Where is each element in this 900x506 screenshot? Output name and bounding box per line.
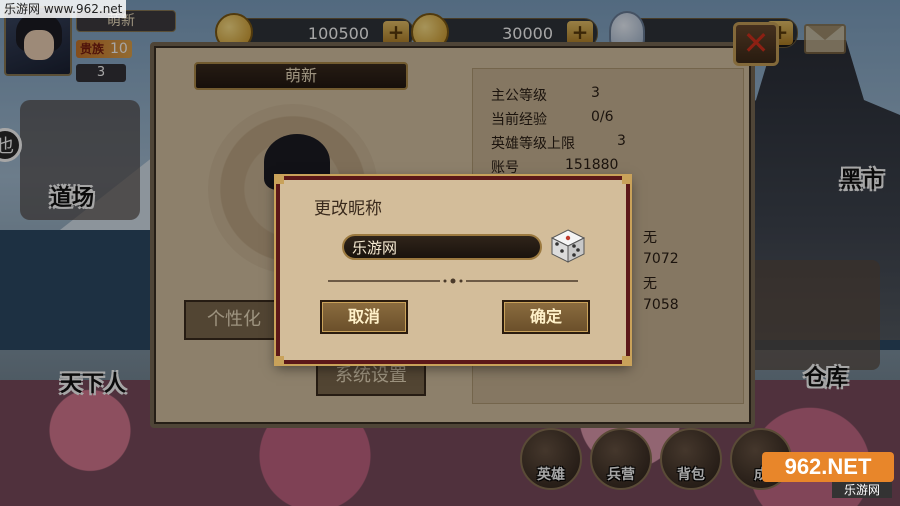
random-name-dice-icon[interactable] <box>550 228 586 264</box>
corner-ornament <box>622 174 632 184</box>
watermark-logo-text: 962.NET <box>762 452 894 482</box>
nickname-input[interactable] <box>342 234 542 260</box>
rename-dialog: 更改昵称 取消 确定 <box>274 174 632 366</box>
confirm-button[interactable]: 确定 <box>502 300 590 334</box>
watermark-logo: 962.NET 乐游网 <box>762 452 894 500</box>
corner-ornament <box>274 174 284 184</box>
ornamental-divider <box>328 278 578 284</box>
watermark-logo-sub: 乐游网 <box>832 482 892 498</box>
corner-ornament <box>274 356 284 366</box>
cancel-button[interactable]: 取消 <box>320 300 408 334</box>
dialog-title: 更改昵称 <box>314 199 382 219</box>
corner-ornament <box>622 356 632 366</box>
watermark-top: 乐游网 www.962.net <box>0 0 127 18</box>
